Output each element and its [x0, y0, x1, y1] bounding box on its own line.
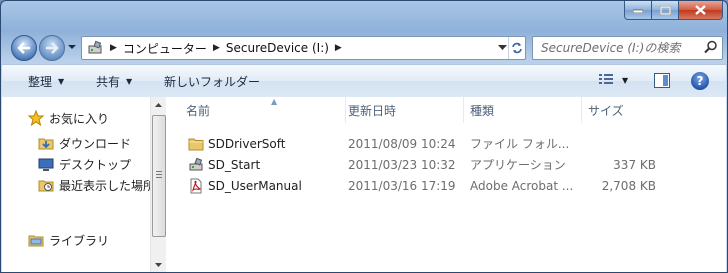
- search-box: [532, 36, 723, 60]
- scrollbar-thumb[interactable]: [152, 115, 166, 237]
- breadcrumb-separator-icon[interactable]: ▶: [213, 43, 220, 53]
- breadcrumb-computer[interactable]: コンピューター: [123, 40, 207, 57]
- column-header-label: 名前: [186, 103, 211, 118]
- application-icon: [188, 157, 204, 173]
- share-label: 共有: [96, 74, 121, 89]
- file-name-cell: SD_UserManual: [188, 175, 302, 196]
- minimize-icon: [633, 9, 643, 13]
- chevron-up-icon: [155, 102, 162, 107]
- column-header-size[interactable]: サイズ: [582, 97, 662, 123]
- search-input[interactable]: [539, 40, 708, 56]
- navigation-row: ▶ コンピューター ▶ SecureDevice (I:) ▶: [9, 33, 723, 61]
- change-view-button[interactable]: ▼: [598, 73, 628, 87]
- preview-pane-icon[interactable]: [654, 73, 670, 88]
- forward-button[interactable]: [39, 35, 65, 61]
- file-name: SD_UserManual: [208, 178, 302, 193]
- scrollbar-grip-icon: [156, 171, 162, 180]
- column-header-label: サイズ: [588, 103, 624, 118]
- new-folder-label: 新しいフォルダー: [164, 74, 261, 89]
- recent-places-icon: [38, 177, 54, 193]
- maximize-icon: [659, 5, 671, 15]
- drive-icon: [88, 40, 102, 54]
- file-name-cell: SD_Start: [188, 154, 260, 175]
- content-area: お気に入り ダウンロード デスクトップ 最近表示した場所 ライブラリ 名前 ▲ …: [2, 97, 726, 272]
- file-size: 2,708 KB: [601, 178, 656, 193]
- column-header-name[interactable]: 名前 ▲: [180, 97, 346, 123]
- navigation-pane: お気に入り ダウンロード デスクトップ 最近表示した場所 ライブラリ: [2, 97, 150, 272]
- help-icon[interactable]: ?: [691, 72, 709, 90]
- chevron-down-icon: ▼: [126, 76, 133, 86]
- details-view-icon: [599, 74, 613, 84]
- file-size: [546, 133, 656, 154]
- nav-item-recent-places[interactable]: 最近表示した場所: [38, 175, 150, 195]
- file-date: 2011/08/09 10:24: [348, 136, 456, 151]
- close-button[interactable]: [679, 1, 723, 20]
- table-row[interactable]: SDDriverSoft 2011/08/09 10:24 ファイル フォル..…: [166, 133, 726, 154]
- pdf-icon: [188, 178, 204, 194]
- column-header-type[interactable]: 種類: [464, 97, 582, 123]
- nav-libraries[interactable]: ライブラリ: [28, 230, 109, 250]
- recent-pages-dropdown-icon[interactable]: [67, 42, 77, 52]
- scroll-up-button[interactable]: [151, 97, 166, 112]
- file-name-cell: SDDriverSoft: [188, 133, 285, 154]
- table-row[interactable]: SD_Start 2011/03/23 10:32 アプリケーション 337 K…: [166, 154, 726, 175]
- column-header-label: 更新日時: [348, 103, 397, 118]
- caption-buttons: [624, 1, 723, 21]
- nav-favorites-label: お気に入り: [49, 111, 110, 126]
- refresh-icon: [512, 42, 522, 54]
- refresh-button[interactable]: [508, 37, 525, 59]
- library-icon: [28, 232, 44, 248]
- nav-item-label: デスクトップ: [59, 157, 132, 172]
- desktop-icon: [38, 156, 54, 172]
- nav-libraries-label: ライブラリ: [49, 233, 110, 248]
- nav-item-downloads[interactable]: ダウンロード: [38, 133, 131, 153]
- scroll-down-button[interactable]: [151, 257, 166, 272]
- organize-button[interactable]: 整理 ▼: [28, 65, 64, 97]
- file-date: 2011/03/23 10:32: [348, 157, 456, 172]
- file-date: 2011/03/16 17:19: [348, 178, 456, 193]
- explorer-window: ▶ コンピューター ▶ SecureDevice (I:) ▶ SecureDe…: [0, 0, 728, 273]
- file-name: SDDriverSoft: [208, 136, 286, 151]
- nav-item-label: 最近表示した場所: [59, 178, 150, 193]
- share-button[interactable]: 共有 ▼: [96, 65, 132, 97]
- table-row[interactable]: SD_UserManual 2011/03/16 17:19 Adobe Acr…: [166, 175, 726, 196]
- chevron-down-icon: ▼: [58, 76, 65, 86]
- close-icon: [695, 5, 706, 15]
- organize-label: 整理: [28, 74, 53, 89]
- address-dropdown-icon[interactable]: [498, 43, 507, 52]
- maximize-button[interactable]: [652, 1, 679, 20]
- folder-icon: [188, 136, 204, 152]
- chevron-down-icon: ▼: [622, 75, 629, 85]
- sort-ascending-icon: ▲: [271, 97, 278, 106]
- nav-pane-scrollbar[interactable]: [150, 97, 166, 272]
- column-header-label: 種類: [470, 103, 495, 118]
- back-button[interactable]: [11, 35, 37, 61]
- breadcrumb-separator-icon[interactable]: ▶: [110, 43, 117, 53]
- minimize-button[interactable]: [624, 1, 652, 20]
- nav-item-desktop[interactable]: デスクトップ: [38, 154, 131, 174]
- file-name: SD_Start: [208, 157, 261, 172]
- downloads-folder-icon: [38, 135, 54, 151]
- breadcrumb-drive[interactable]: SecureDevice (I:): [226, 41, 329, 55]
- arrow-left-icon: [17, 42, 30, 54]
- new-folder-button[interactable]: 新しいフォルダー: [164, 65, 260, 97]
- chevron-down-icon: [155, 262, 162, 267]
- command-bar: 整理 ▼ 共有 ▼ 新しいフォルダー ▼ ?: [2, 64, 726, 98]
- nav-item-label: ダウンロード: [59, 136, 132, 151]
- nav-favorites[interactable]: お気に入り: [28, 108, 109, 128]
- file-size: 337 KB: [613, 157, 656, 172]
- star-icon: [28, 110, 44, 126]
- address-bar[interactable]: ▶ コンピューター ▶ SecureDevice (I:) ▶: [81, 36, 526, 60]
- search-icon[interactable]: [704, 40, 718, 54]
- breadcrumb-separator-icon[interactable]: ▶: [335, 43, 342, 53]
- column-header-date[interactable]: 更新日時: [342, 97, 464, 123]
- file-list: 名前 ▲ 更新日時 種類 サイズ SDDriverSoft 2011/08/09: [166, 97, 726, 272]
- arrow-right-icon: [46, 42, 59, 54]
